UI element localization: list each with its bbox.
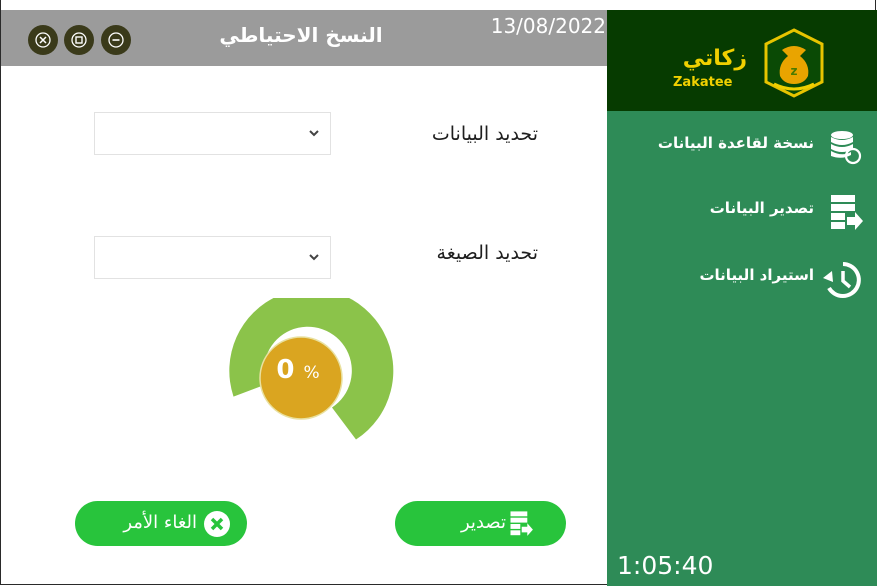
chevron-down-icon (309, 130, 319, 137)
sidebar-item-import-data[interactable]: استيراد البيانات (607, 260, 869, 298)
sidebar-item-database-backup[interactable]: نسخة لقاعدة البيانات (607, 128, 869, 165)
data-selection-label: تحديد البيانات (431, 123, 538, 145)
title-bar: النسخ الاحتياطي 13/08/2022 (1, 10, 607, 66)
sidebar-item-export-data[interactable]: تصدير البيانات (607, 193, 869, 230)
export-data-icon (510, 511, 533, 536)
progress-value: 0 (276, 355, 295, 385)
format-selection-label: تحديد الصيغة (436, 242, 538, 264)
sidebar-item-label: استيراد البيانات (699, 266, 814, 284)
export-button[interactable]: تصدير (395, 501, 566, 546)
sidebar: زكاتي Zakatee z نسخة لقاعدة البيانات تصد… (607, 10, 877, 586)
sidebar-item-label: نسخة لقاعدة البيانات (657, 134, 814, 152)
cancel-button-label: الغاء الأمر (123, 512, 197, 533)
minimize-icon (108, 32, 124, 48)
export-button-label: تصدير (460, 512, 506, 533)
progress-unit: % (303, 363, 320, 383)
maximize-icon (71, 32, 87, 48)
restore-history-icon (823, 262, 861, 298)
sidebar-item-label: تصدير البيانات (709, 199, 814, 217)
database-backup-icon (831, 131, 862, 165)
chevron-down-icon (309, 254, 319, 261)
minimize-button[interactable] (101, 25, 131, 55)
format-selection-dropdown[interactable] (94, 236, 331, 279)
close-button[interactable] (28, 25, 58, 55)
date-display: 13/08/2022 (490, 14, 606, 38)
cancel-circle-icon (204, 511, 230, 537)
close-icon (35, 32, 51, 48)
svg-text:z: z (791, 64, 798, 78)
clock: 1:05:40 (617, 551, 714, 580)
window-title: النسخ الاحتياطي (219, 23, 383, 47)
progress-readout: 0 % (258, 355, 338, 385)
maximize-button[interactable] (64, 25, 94, 55)
brand-header: زكاتي Zakatee z (607, 10, 877, 111)
zakatee-logo-icon: z (764, 28, 824, 98)
brand-latin-name: Zakatee (673, 75, 733, 90)
brand-name: زكاتي (682, 46, 747, 71)
data-selection-dropdown[interactable] (94, 112, 331, 155)
cancel-button[interactable]: الغاء الأمر (75, 501, 247, 546)
export-data-icon (831, 195, 863, 230)
